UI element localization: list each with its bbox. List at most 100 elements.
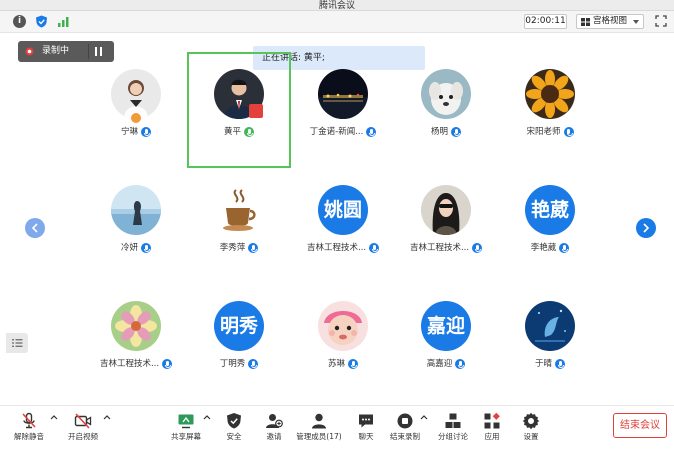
end-recording-label: 结束录制 <box>390 432 420 441</box>
breakout-label: 分组讨论 <box>438 432 468 441</box>
participant-name: 宁琳 <box>120 127 138 137</box>
avatar <box>525 301 575 351</box>
apps-icon <box>484 412 500 429</box>
shield-icon[interactable] <box>35 15 48 28</box>
avatar: 明秀 <box>214 301 264 351</box>
chevron-up-icon[interactable] <box>420 413 428 421</box>
mic-status-icon <box>162 359 173 369</box>
meeting-window: 腾讯会议 i 02:00:11 宫格视图 录制中 正在讲话: 黄平; 宁琳 黄平… <box>0 0 674 451</box>
view-mode-dropdown[interactable]: 宫格视图 <box>576 14 644 29</box>
chevron-right-icon <box>643 223 650 233</box>
avatar <box>318 69 368 119</box>
next-page-button[interactable] <box>636 218 656 238</box>
add-user-icon <box>266 414 283 428</box>
end-recording-button[interactable]: 结束录制 <box>389 412 421 446</box>
chevron-left-icon <box>31 223 38 233</box>
settings-button[interactable]: 设置 <box>519 412 543 446</box>
start-video-button[interactable]: 开启视频 <box>64 412 102 446</box>
participant-tile[interactable]: 宋阳老师 <box>498 52 602 168</box>
participant-tile[interactable]: 姚圆 吉林工程技术... <box>291 168 395 284</box>
participant-name: 李艳葳 <box>530 243 557 253</box>
manage-members-button[interactable]: 管理成员(17) <box>296 412 342 446</box>
mic-status-icon <box>451 127 461 137</box>
info-icon[interactable]: i <box>13 15 26 28</box>
participant-tile[interactable]: 吉林工程技术... <box>84 284 188 400</box>
participant-name: 黄平 <box>223 127 241 137</box>
mic-status-icon <box>559 243 570 253</box>
participant-name: 丁金诺-新闻... <box>309 127 364 137</box>
bottom-toolbar: 解除静音 开启视频 共享屏幕 安全 邀请 管理成员(17) 聊天 结束录制 分组… <box>0 405 674 451</box>
video-off-icon <box>74 413 92 429</box>
title-bar: 腾讯会议 <box>0 0 674 11</box>
chevron-up-icon[interactable] <box>203 413 211 421</box>
participant-tile[interactable]: 明秀 丁明秀 <box>187 284 291 400</box>
mic-status-icon <box>141 243 151 253</box>
avatar <box>421 185 471 235</box>
prev-page-button[interactable] <box>25 218 45 238</box>
start-video-label: 开启视频 <box>68 432 98 441</box>
recording-label: 录制中 <box>42 46 70 56</box>
apps-label: 应用 <box>484 432 500 441</box>
shield-icon <box>227 413 241 429</box>
participant-tile[interactable]: 丁金诺-新闻... <box>291 52 395 168</box>
avatar <box>111 185 161 235</box>
avatar <box>525 69 575 119</box>
participant-tile[interactable]: 冷妍 <box>84 168 188 284</box>
fullscreen-icon[interactable] <box>655 15 667 27</box>
end-meeting-button[interactable]: 结束会议 <box>613 413 667 438</box>
screen-share-icon <box>249 104 263 118</box>
unmute-button[interactable]: 解除静音 <box>12 412 46 446</box>
stop-record-icon <box>397 413 413 429</box>
avatar <box>111 301 161 351</box>
mic-status-icon <box>244 127 254 137</box>
security-label: 安全 <box>226 432 242 441</box>
manage-members-label: 管理成员(17) <box>296 432 342 441</box>
chat-button[interactable]: 聊天 <box>354 412 378 446</box>
host-badge-icon <box>130 112 142 124</box>
meeting-timer: 02:00:11 <box>524 14 567 29</box>
chevron-up-icon[interactable] <box>103 413 111 421</box>
participant-name: 于晴 <box>534 359 552 369</box>
participant-tile[interactable]: 李秀萍 <box>187 168 291 284</box>
participant-tile[interactable]: 吉林工程技术... <box>394 168 498 284</box>
signal-icon[interactable] <box>57 15 70 28</box>
mic-status-icon <box>248 359 259 369</box>
participant-tile[interactable]: 艳葳 李艳葳 <box>498 168 602 284</box>
participant-tile[interactable]: 黄平 <box>187 52 291 168</box>
invite-label: 邀请 <box>266 432 282 441</box>
mic-status-icon <box>348 359 358 369</box>
breakout-rooms-button[interactable]: 分组讨论 <box>436 412 470 446</box>
recording-icon <box>25 47 34 56</box>
participant-tile[interactable]: 宁琳 <box>84 52 188 168</box>
member-list-toggle[interactable] <box>6 333 28 353</box>
invite-button[interactable]: 邀请 <box>262 412 286 446</box>
avatar <box>318 301 368 351</box>
chevron-up-icon[interactable] <box>50 413 58 421</box>
participant-name: 吉林工程技术... <box>409 243 470 253</box>
chat-label: 聊天 <box>358 432 374 441</box>
mic-status-icon <box>141 127 151 137</box>
chevron-down-icon <box>633 20 639 24</box>
grid-view-icon <box>581 18 590 26</box>
settings-label: 设置 <box>523 432 539 441</box>
participant-tile[interactable]: 杨明 <box>394 52 498 168</box>
avatar: 嘉迎 <box>421 301 471 351</box>
apps-button[interactable]: 应用 <box>480 412 504 446</box>
mic-status-icon <box>369 243 380 253</box>
participant-tile[interactable]: 苏琳 <box>291 284 395 400</box>
security-button[interactable]: 安全 <box>222 412 246 446</box>
top-toolbar: i 02:00:11 宫格视图 <box>0 11 674 33</box>
view-mode-label: 宫格视图 <box>593 16 628 26</box>
unmute-label: 解除静音 <box>14 432 44 441</box>
share-screen-button[interactable]: 共享屏幕 <box>170 412 202 446</box>
mic-status-icon <box>563 127 574 137</box>
participant-tile[interactable]: 嘉迎 高嘉迎 <box>394 284 498 400</box>
participant-tile[interactable]: 于晴 <box>498 284 602 400</box>
mic-status-icon <box>248 243 259 253</box>
mic-status-icon <box>472 243 483 253</box>
list-icon <box>12 339 23 347</box>
participant-name: 宋阳老师 <box>526 127 561 137</box>
participant-name: 苏琳 <box>327 359 345 369</box>
window-title: 腾讯会议 <box>318 1 355 11</box>
participant-name: 吉林工程技术... <box>306 243 367 253</box>
